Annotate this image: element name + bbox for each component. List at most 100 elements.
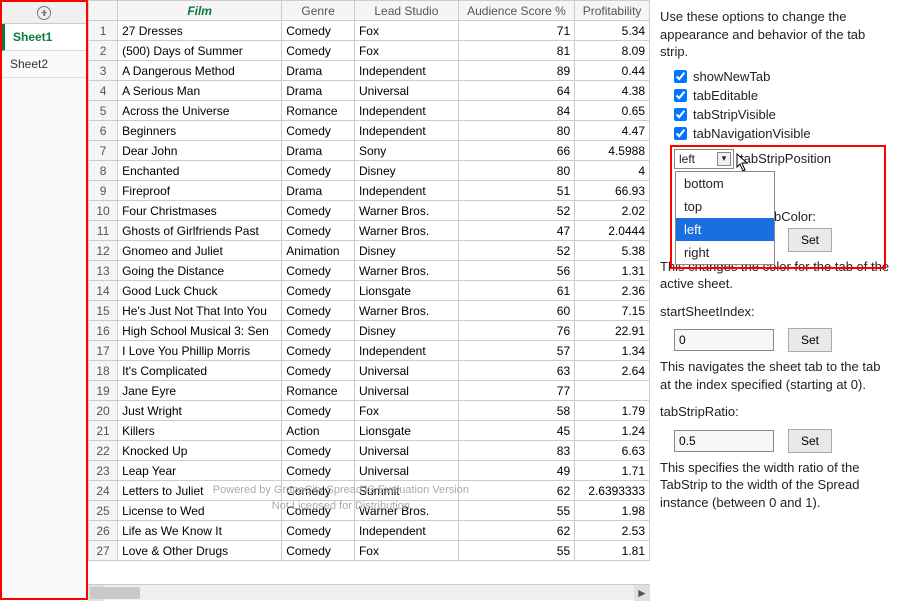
- cell[interactable]: It's Complicated: [118, 361, 282, 381]
- cell[interactable]: 5.34: [575, 21, 650, 41]
- cell[interactable]: Comedy: [282, 501, 355, 521]
- cell[interactable]: Comedy: [282, 161, 355, 181]
- table-row[interactable]: 17I Love You Phillip MorrisComedyIndepen…: [89, 341, 650, 361]
- cell[interactable]: 27 Dresses: [118, 21, 282, 41]
- cell[interactable]: Drama: [282, 141, 355, 161]
- column-header[interactable]: Audience Score %: [458, 1, 574, 21]
- cell[interactable]: 1.79: [575, 401, 650, 421]
- set-start-button[interactable]: Set: [788, 328, 832, 352]
- cell[interactable]: Warner Bros.: [354, 221, 458, 241]
- checkbox-showNewTab[interactable]: [674, 70, 687, 83]
- row-number[interactable]: 21: [89, 421, 118, 441]
- cell[interactable]: 47: [458, 221, 574, 241]
- row-number[interactable]: 11: [89, 221, 118, 241]
- column-header[interactable]: Genre: [282, 1, 355, 21]
- table-row[interactable]: 12Gnomeo and JulietAnimationDisney525.38: [89, 241, 650, 261]
- cell[interactable]: 0.65: [575, 101, 650, 121]
- table-row[interactable]: 14Good Luck ChuckComedyLionsgate612.36: [89, 281, 650, 301]
- cell[interactable]: Enchanted: [118, 161, 282, 181]
- table-row[interactable]: 7Dear JohnDramaSony664.5988: [89, 141, 650, 161]
- row-number[interactable]: 12: [89, 241, 118, 261]
- table-row[interactable]: 4A Serious ManDramaUniversal644.38: [89, 81, 650, 101]
- cell[interactable]: He's Just Not That Into You: [118, 301, 282, 321]
- cell[interactable]: 22.91: [575, 321, 650, 341]
- cell[interactable]: Jane Eyre: [118, 381, 282, 401]
- cell[interactable]: Comedy: [282, 41, 355, 61]
- cell[interactable]: Warner Bros.: [354, 301, 458, 321]
- cell[interactable]: 2.6393333: [575, 481, 650, 501]
- table-row[interactable]: 23Leap YearComedyUniversal491.71: [89, 461, 650, 481]
- cell[interactable]: Universal: [354, 381, 458, 401]
- table-row[interactable]: 24Letters to JulietComedySummit622.63933…: [89, 481, 650, 501]
- cell[interactable]: 4: [575, 161, 650, 181]
- cell[interactable]: 71: [458, 21, 574, 41]
- cell[interactable]: 51: [458, 181, 574, 201]
- cell[interactable]: Comedy: [282, 341, 355, 361]
- row-number[interactable]: 5: [89, 101, 118, 121]
- cell[interactable]: Warner Bros.: [354, 261, 458, 281]
- set-ratio-button[interactable]: Set: [788, 429, 832, 453]
- cell[interactable]: Sony: [354, 141, 458, 161]
- cell[interactable]: Universal: [354, 441, 458, 461]
- checkbox-tabNavigationVisible[interactable]: [674, 127, 687, 140]
- cell[interactable]: 2.64: [575, 361, 650, 381]
- cell[interactable]: 4.47: [575, 121, 650, 141]
- table-row[interactable]: 2(500) Days of SummerComedyFox818.09: [89, 41, 650, 61]
- cell[interactable]: 62: [458, 521, 574, 541]
- cell[interactable]: 66.93: [575, 181, 650, 201]
- cell[interactable]: Independent: [354, 181, 458, 201]
- cell[interactable]: 60: [458, 301, 574, 321]
- start-index-input[interactable]: [674, 329, 774, 351]
- row-number[interactable]: 8: [89, 161, 118, 181]
- cell[interactable]: 63: [458, 361, 574, 381]
- cell[interactable]: A Serious Man: [118, 81, 282, 101]
- cell[interactable]: Going the Distance: [118, 261, 282, 281]
- position-dropdown[interactable]: bottomtopleftright: [675, 171, 775, 265]
- cell[interactable]: 1.98: [575, 501, 650, 521]
- cell[interactable]: Leap Year: [118, 461, 282, 481]
- row-number[interactable]: 15: [89, 301, 118, 321]
- cell[interactable]: 52: [458, 241, 574, 261]
- horizontal-scrollbar[interactable]: ◄ ►: [88, 584, 650, 600]
- row-number[interactable]: 1: [89, 21, 118, 41]
- cell[interactable]: 6.63: [575, 441, 650, 461]
- cell[interactable]: Comedy: [282, 301, 355, 321]
- cell[interactable]: High School Musical 3: Sen: [118, 321, 282, 341]
- table-row[interactable]: 9FireproofDramaIndependent5166.93: [89, 181, 650, 201]
- cell[interactable]: 83: [458, 441, 574, 461]
- set-color-button[interactable]: Set: [788, 228, 832, 252]
- scroll-thumb[interactable]: [90, 587, 140, 599]
- cell[interactable]: Warner Bros.: [354, 201, 458, 221]
- cell[interactable]: 1.24: [575, 421, 650, 441]
- cell[interactable]: Killers: [118, 421, 282, 441]
- cell[interactable]: Life as We Know It: [118, 521, 282, 541]
- table-row[interactable]: 13Going the DistanceComedyWarner Bros.56…: [89, 261, 650, 281]
- cell[interactable]: Beginners: [118, 121, 282, 141]
- row-number[interactable]: 20: [89, 401, 118, 421]
- cell[interactable]: 5.38: [575, 241, 650, 261]
- cell[interactable]: Independent: [354, 121, 458, 141]
- cell[interactable]: Ghosts of Girlfriends Past: [118, 221, 282, 241]
- cell[interactable]: 45: [458, 421, 574, 441]
- cell[interactable]: Comedy: [282, 261, 355, 281]
- table-row[interactable]: 127 DressesComedyFox715.34: [89, 21, 650, 41]
- column-header[interactable]: Profitability: [575, 1, 650, 21]
- row-number[interactable]: 22: [89, 441, 118, 461]
- cell[interactable]: Comedy: [282, 21, 355, 41]
- dropdown-option-bottom[interactable]: bottom: [676, 172, 774, 195]
- table-row[interactable]: 11Ghosts of Girlfriends PastComedyWarner…: [89, 221, 650, 241]
- cell[interactable]: Animation: [282, 241, 355, 261]
- cell[interactable]: 57: [458, 341, 574, 361]
- cell[interactable]: 77: [458, 381, 574, 401]
- cell[interactable]: Love & Other Drugs: [118, 541, 282, 561]
- new-tab-button[interactable]: [2, 2, 86, 24]
- cell[interactable]: A Dangerous Method: [118, 61, 282, 81]
- row-number[interactable]: 13: [89, 261, 118, 281]
- cell[interactable]: Comedy: [282, 401, 355, 421]
- column-header[interactable]: Lead Studio: [354, 1, 458, 21]
- cell[interactable]: License to Wed: [118, 501, 282, 521]
- cell[interactable]: Drama: [282, 61, 355, 81]
- sheet-tab-sheet1[interactable]: Sheet1: [2, 24, 86, 51]
- cell[interactable]: Comedy: [282, 281, 355, 301]
- row-number[interactable]: 14: [89, 281, 118, 301]
